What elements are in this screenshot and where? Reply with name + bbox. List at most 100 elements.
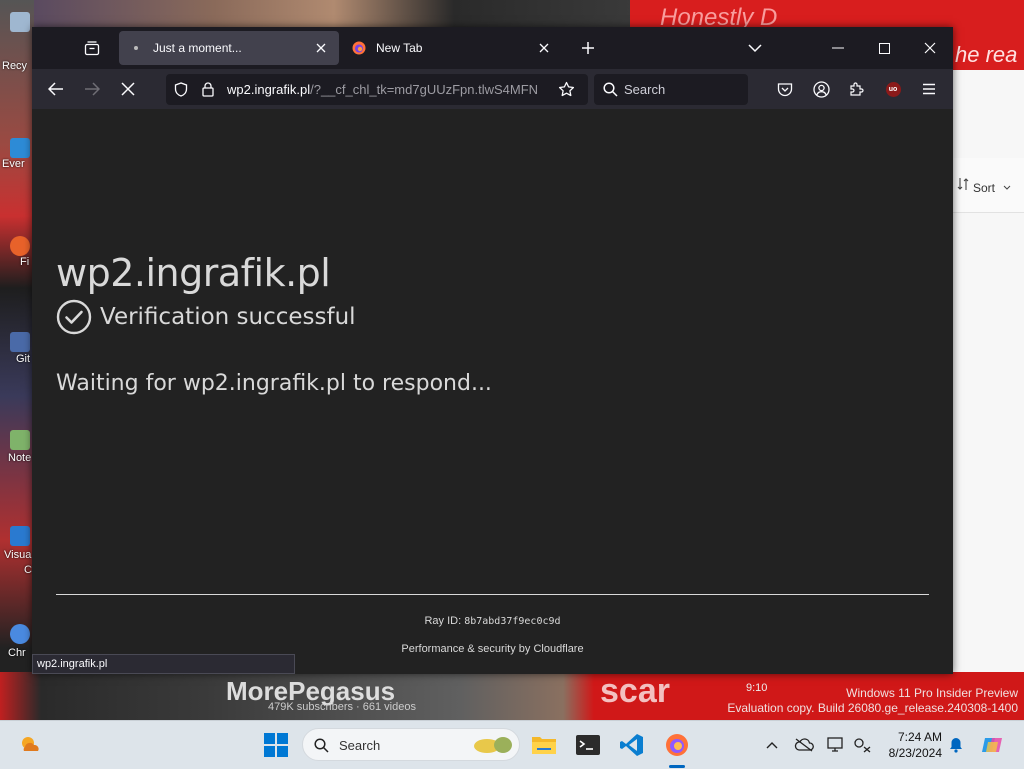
stop-x-icon [121,82,135,96]
lock-icon[interactable] [202,82,214,97]
cloud-offline-icon [794,738,814,752]
stop-loading-button[interactable] [116,77,140,101]
close-tab-icon[interactable] [536,40,552,56]
close-window-button[interactable] [917,35,943,61]
clock[interactable]: 7:24 AM 8/23/2024 [880,729,942,761]
desktop-icon-label-notepad[interactable]: Note [8,452,31,464]
hamburger-menu-icon [923,83,935,95]
forward-button[interactable] [80,77,104,101]
terminal-icon [576,735,600,755]
verification-text: Verification successful [100,304,356,330]
chevron-down-icon [1003,185,1011,190]
file-explorer-button[interactable] [528,729,560,761]
search-icon [603,82,618,97]
folder-icon [532,737,556,754]
close-icon [924,42,936,54]
display-button[interactable] [826,735,846,755]
vscode-icon [620,734,643,756]
terminal-button[interactable] [572,729,604,761]
link-status-bar: wp2.ingrafik.pl [32,654,295,674]
ray-id-value: 8b7abd37f9ec0c9d [464,616,561,627]
desktop-icon-label-visual[interactable]: Visua [4,549,31,561]
tab-just-a-moment[interactable]: Just a moment... [119,31,339,65]
navigation-toolbar: wp2.ingrafik.pl/?__cf_chl_tk=md7gUUzFpn.… [32,69,953,109]
git-icon[interactable] [10,332,30,352]
extensions-button[interactable] [845,77,869,101]
search-highlight-icon [474,737,512,753]
wallpaper-text-subscribers: 479K subscribers · 661 videos [268,701,416,713]
account-icon [812,80,830,98]
notifications-button[interactable] [946,735,966,755]
pocket-icon [777,82,793,96]
notepad-icon[interactable] [10,430,30,450]
url-text[interactable]: wp2.ingrafik.pl/?__cf_chl_tk=md7gUUzFpn.… [227,82,549,97]
account-button[interactable] [809,77,833,101]
desktop-icon-label-firefox[interactable]: Fi [20,256,29,268]
new-tab-button[interactable] [576,36,600,60]
wallpaper-text-he-rea: he rea [955,42,1018,67]
taskbar-search-label: Search [339,738,381,753]
ublock-origin-button[interactable]: uo [881,77,905,101]
background-explorer-window: Sort [952,70,1024,672]
start-button[interactable] [264,733,288,757]
close-tab-icon[interactable] [313,40,329,56]
desktop-icon-label-c[interactable]: C [24,564,32,576]
desktop-icon-label-recycle[interactable]: Recy [2,60,27,72]
ublock-origin-icon: uo [885,81,901,97]
sort-button[interactable]: Sort [973,181,995,195]
bell-icon [950,738,962,753]
arrow-right-icon [85,82,100,96]
cloudflare-link[interactable]: Cloudflare [533,643,583,655]
app-menu-button[interactable] [917,77,941,101]
verification-status: Verification successful [56,299,356,335]
visual-studio-icon[interactable] [10,526,30,546]
desktop-icon-label-git[interactable]: Git [16,353,30,365]
firefox-view-button[interactable] [80,36,104,60]
sort-arrows-icon [957,178,969,190]
firefox-favicon-icon [352,41,366,55]
pocket-button[interactable] [773,77,797,101]
firefox-taskbar-button[interactable] [661,729,693,761]
tab-title: New Tab [376,41,423,55]
firefox-window: Just a moment... New Tab wp2.ingrafik.pl… [32,27,953,674]
clock-date: 8/23/2024 [888,746,942,760]
chevron-up-icon [766,742,778,749]
url-bar[interactable]: wp2.ingrafik.pl/?__cf_chl_tk=md7gUUzFpn.… [166,74,588,105]
explorer-command-bar: Sort [953,158,1024,213]
chrome-icon[interactable] [10,624,30,644]
firefox-icon [666,734,688,756]
network-button[interactable] [852,735,872,755]
url-host: wp2.ingrafik.pl [227,82,311,97]
bookmark-star-icon[interactable] [558,81,575,98]
clock-time: 7:24 AM [897,730,942,744]
taskbar-search[interactable]: Search [302,728,520,761]
search-bar[interactable]: Search [594,74,748,105]
puzzle-icon [850,82,864,96]
network-icon [854,738,871,753]
desktop-icon-label-chrome[interactable]: Chr [8,647,26,659]
widgets-button[interactable] [18,733,44,757]
shield-icon[interactable] [174,82,188,97]
watermark-line2: Evaluation copy. Build 26080.ge_release.… [727,701,1018,715]
back-button[interactable] [44,77,68,101]
firefox-desktop-icon[interactable] [10,236,30,256]
vscode-button[interactable] [616,729,648,761]
onedrive-button[interactable] [794,735,814,755]
monitor-icon [827,737,843,752]
copilot-icon [982,738,1002,752]
desktop-icon-label-everything[interactable]: Ever [2,158,25,170]
windows-logo-icon [264,733,288,757]
search-icon [314,738,329,753]
list-all-tabs-button[interactable] [742,35,768,61]
everything-icon[interactable] [10,138,30,158]
recycle-bin-icon[interactable] [10,12,30,32]
copilot-button[interactable] [980,735,1006,755]
minimize-button[interactable] [825,35,851,61]
show-hidden-icons-button[interactable] [762,735,782,755]
wallpaper-top-strip [34,0,634,28]
watermark-line1: Windows 11 Pro Insider Preview [846,686,1018,700]
tab-new-tab[interactable]: New Tab [342,31,562,65]
maximize-button[interactable] [871,35,897,61]
maximize-icon [878,42,890,54]
weather-widget-icon [22,737,39,751]
